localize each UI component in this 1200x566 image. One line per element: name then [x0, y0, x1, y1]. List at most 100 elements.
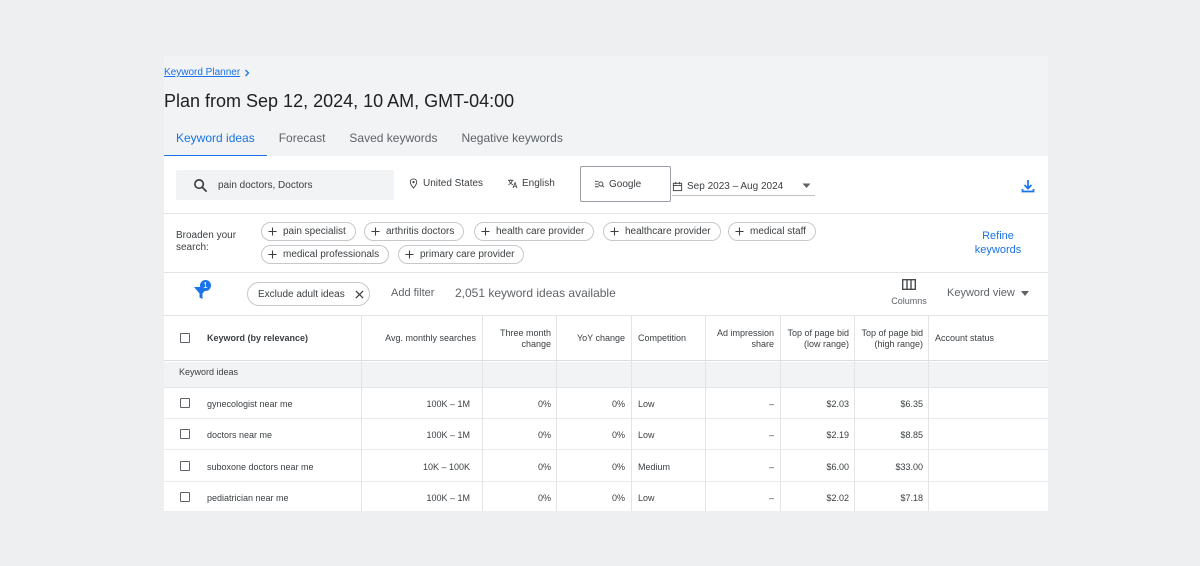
bid-low-cell: $2.03: [826, 398, 849, 409]
bid-high-cell: $33.00: [895, 461, 923, 472]
plus-icon: [268, 250, 277, 259]
bid-high-cell: $7.18: [900, 492, 923, 503]
refine-keywords-button[interactable]: Refine keywords: [970, 229, 1026, 257]
column-header-avg-searches[interactable]: Avg. monthly searches: [362, 316, 482, 361]
table-row[interactable]: gynecologist near me 100K – 1M 0% 0% Low…: [164, 388, 1048, 419]
broaden-chip[interactable]: arthritis doctors: [364, 222, 465, 241]
account-status-cell: [929, 482, 1039, 511]
keyword-search-box[interactable]: [176, 170, 394, 200]
divider: [164, 272, 1048, 273]
broaden-chip[interactable]: pain specialist: [261, 222, 356, 241]
breadcrumb-link[interactable]: Keyword Planner: [164, 67, 240, 78]
breadcrumb[interactable]: Keyword Planner: [164, 67, 251, 78]
broaden-chip[interactable]: healthcare provider: [603, 222, 721, 241]
keyword-view-dropdown[interactable]: Keyword view: [947, 287, 1029, 299]
column-separator: [631, 315, 632, 511]
columns-icon: [902, 279, 916, 290]
filter-count-badge: 1: [200, 280, 211, 291]
yoy-cell: 0%: [611, 492, 625, 503]
search-icon: [194, 178, 208, 192]
column-header-bid-low[interactable]: Top of page bid (low range): [781, 316, 855, 361]
calendar-icon: [672, 181, 683, 191]
keyword-planner-panel: Keyword Planner Plan from Sep 12, 2024, …: [164, 56, 1048, 511]
language-selector[interactable]: English: [507, 178, 555, 189]
three-month-cell: 0%: [537, 492, 551, 503]
plus-icon: [371, 227, 380, 236]
row-checkbox[interactable]: [180, 492, 190, 502]
column-separator: [854, 315, 855, 511]
select-all-checkbox[interactable]: [180, 333, 190, 343]
competition-cell: Low: [638, 398, 655, 409]
column-header-account-status[interactable]: Account status: [929, 316, 1039, 361]
bid-high-cell: $8.85: [900, 429, 923, 440]
plus-icon: [405, 250, 414, 259]
competition-cell: Low: [638, 492, 655, 503]
column-header-yoy[interactable]: YoY change: [557, 316, 631, 361]
bid-high-cell: $6.35: [900, 398, 923, 409]
exclude-adult-chip[interactable]: Exclude adult ideas: [247, 282, 370, 306]
column-header-keyword[interactable]: Keyword (by relevance): [201, 316, 361, 361]
column-separator: [482, 315, 483, 511]
broaden-chip[interactable]: medical staff: [728, 222, 816, 241]
broaden-chip[interactable]: medical professionals: [261, 245, 390, 264]
account-status-cell: [929, 419, 1039, 450]
date-range-selector[interactable]: Sep 2023 – Aug 2024: [672, 177, 815, 196]
three-month-cell: 0%: [537, 429, 551, 440]
keyword-search-input[interactable]: [216, 178, 390, 192]
avg-searches-cell: 10K – 100K: [422, 461, 470, 472]
table-row[interactable]: suboxone doctors near me 10K – 100K 0% 0…: [164, 451, 1048, 482]
keyword-cell: doctors near me: [207, 429, 273, 440]
close-icon[interactable]: [355, 289, 364, 299]
column-separator: [780, 315, 781, 511]
table-row[interactable]: pediatrician near me 100K – 1M 0% 0% Low…: [164, 482, 1048, 511]
plus-icon: [735, 227, 744, 236]
download-icon[interactable]: [1020, 178, 1036, 194]
competition-cell: Medium: [638, 461, 671, 472]
exclude-adult-label: Exclude adult ideas: [258, 288, 345, 300]
row-checkbox[interactable]: [180, 461, 190, 471]
competition-cell: Low: [638, 429, 655, 440]
ad-impression-cell: –: [768, 429, 774, 440]
avg-searches-cell: 100K – 1M: [426, 429, 470, 440]
column-header-ad-impression[interactable]: Ad impression share: [706, 316, 780, 361]
divider: [164, 213, 1048, 214]
column-separator: [928, 315, 929, 511]
broaden-chip[interactable]: health care provider: [474, 222, 595, 241]
location-selector[interactable]: United States: [408, 178, 483, 189]
chevron-right-icon: [245, 69, 250, 76]
column-separator: [361, 315, 362, 511]
network-icon: [595, 180, 605, 188]
column-header-bid-high[interactable]: Top of page bid (high range): [855, 316, 929, 361]
row-checkbox[interactable]: [180, 398, 190, 408]
columns-button[interactable]: Columns: [888, 279, 930, 306]
keyword-cell: suboxone doctors near me: [207, 461, 314, 472]
search-network-selector[interactable]: Google: [580, 166, 671, 202]
dropdown-arrow-icon: [802, 183, 811, 188]
bid-low-cell: $2.19: [826, 429, 849, 440]
keyword-view-label: Keyword view: [947, 287, 1015, 299]
add-filter-button[interactable]: Add filter: [391, 287, 434, 299]
yoy-cell: 0%: [611, 429, 625, 440]
tab-bar: Keyword ideas Forecast Saved keywords Ne…: [164, 123, 575, 157]
group-label: Keyword ideas: [179, 367, 239, 377]
tab-keyword-ideas[interactable]: Keyword ideas: [164, 123, 267, 157]
location-label: United States: [423, 178, 484, 189]
chip-label: healthcare provider: [625, 226, 711, 237]
chip-label: health care provider: [496, 226, 585, 237]
network-label: Google: [609, 178, 642, 190]
chip-label: primary care provider: [420, 249, 515, 260]
tab-forecast[interactable]: Forecast: [267, 123, 338, 156]
account-status-cell: [929, 451, 1039, 482]
table-header: Keyword (by relevance) Avg. monthly sear…: [164, 315, 1048, 361]
yoy-cell: 0%: [611, 398, 625, 409]
tab-negative-keywords[interactable]: Negative keywords: [449, 123, 574, 156]
date-range-label: Sep 2023 – Aug 2024: [687, 180, 784, 192]
keyword-cell: pediatrician near me: [207, 492, 289, 503]
broaden-chip[interactable]: primary care provider: [398, 245, 525, 264]
table-row[interactable]: doctors near me 100K – 1M 0% 0% Low – $2…: [164, 419, 1048, 450]
chip-label: medical staff: [750, 226, 806, 237]
column-header-three-month[interactable]: Three month change: [483, 316, 557, 361]
row-checkbox[interactable]: [180, 429, 190, 439]
column-header-competition[interactable]: Competition: [632, 316, 706, 361]
tab-saved-keywords[interactable]: Saved keywords: [337, 123, 449, 156]
